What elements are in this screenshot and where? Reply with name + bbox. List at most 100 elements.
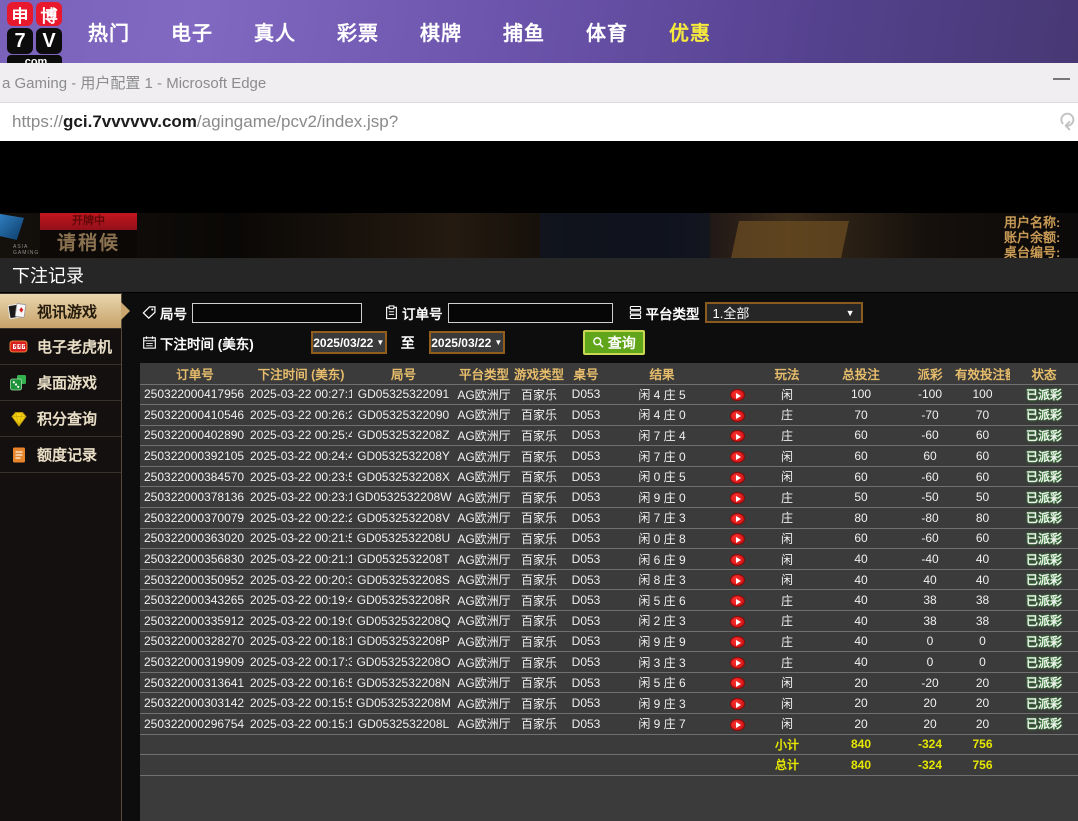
cell-bet-time: 2025-03-22 00:26:29 xyxy=(250,405,352,426)
cell-round-number: GD0532532208W xyxy=(352,487,455,508)
cell-total-bet: 40 xyxy=(817,590,905,611)
cell-round-number: GD0532532208Y xyxy=(352,446,455,467)
table-row: 250322000319909 2025-03-22 00:17:33 GD05… xyxy=(140,652,1078,673)
cell-bet-type: 庄 xyxy=(757,611,817,632)
cell-total-bet: 20 xyxy=(817,693,905,714)
cell-result: 闲 5 庄 6 xyxy=(607,590,717,611)
replay-play-button[interactable] xyxy=(730,472,745,484)
nav-item-sports[interactable]: 体育 xyxy=(586,17,628,46)
sidebar-item-label: 积分查询 xyxy=(37,408,97,429)
cell-bet-type: 闲 xyxy=(757,714,817,735)
order-number-label: 订单号 xyxy=(402,303,443,323)
sidebar-item-slot-machines[interactable]: 电子老虎机 xyxy=(0,329,121,365)
sidebar-item-live-games[interactable]: 视讯游戏 xyxy=(0,293,121,329)
page-title: 下注记录 xyxy=(0,258,1078,293)
col-header-valid-bet: 有效投注额 xyxy=(955,363,1010,384)
gem-icon xyxy=(8,409,30,429)
search-button[interactable]: 查询 xyxy=(583,330,645,355)
sidebar-item-points-query[interactable]: 积分查询 xyxy=(0,401,121,437)
cell-order-number: 250322000356830 xyxy=(140,549,250,570)
replay-play-button[interactable] xyxy=(730,595,745,607)
round-number-input[interactable] xyxy=(192,303,362,323)
table-number-label: 桌台编号: xyxy=(1004,245,1078,258)
cell-table-number: D053 xyxy=(565,590,607,611)
platform-list-icon xyxy=(628,305,643,320)
cell-total-bet: 20 xyxy=(817,672,905,693)
main-panel: 局号 订单号 xyxy=(140,293,1078,821)
cell-valid-bet: 40 xyxy=(955,569,1010,590)
order-number-input[interactable] xyxy=(448,303,613,323)
cell-valid-bet: 20 xyxy=(955,693,1010,714)
cell-status: 已派彩 xyxy=(1010,714,1078,735)
address-bar[interactable]: https://gci.7vvvvvv.com/agingame/pcv2/in… xyxy=(0,112,398,132)
col-header-payout: 派彩 xyxy=(905,363,955,384)
replay-play-button[interactable] xyxy=(730,554,745,566)
table-row: 250322000296754 2025-03-22 00:15:13 GD05… xyxy=(140,714,1078,735)
browser-urlbar: https://gci.7vvvvvv.com/agingame/pcv2/in… xyxy=(0,102,1078,141)
table-row: 250322000378136 2025-03-22 00:23:16 GD05… xyxy=(140,487,1078,508)
platform-select[interactable]: 1.全部 ▼ xyxy=(705,302,863,323)
col-header-round: 局号 xyxy=(352,363,455,384)
cell-total-bet: 80 xyxy=(817,508,905,529)
cell-total-bet: 40 xyxy=(817,611,905,632)
nav-item-lottery[interactable]: 彩票 xyxy=(337,17,379,46)
col-header-status: 状态 xyxy=(1010,363,1078,384)
table-row: 250322000356830 2025-03-22 00:21:11 GD05… xyxy=(140,549,1078,570)
cell-payout: -40 xyxy=(905,549,955,570)
replay-play-button[interactable] xyxy=(730,677,745,689)
cell-total-bet: 20 xyxy=(817,714,905,735)
sidebar-item-credit-records[interactable]: 额度记录 xyxy=(0,437,121,473)
cell-bet-time: 2025-03-22 00:21:11 xyxy=(250,549,352,570)
minimize-button[interactable] xyxy=(1053,78,1070,80)
cell-game-type: 百家乐 xyxy=(513,384,565,405)
replay-play-button[interactable] xyxy=(730,451,745,463)
filter-bar: 局号 订单号 xyxy=(140,293,1078,363)
cell-round-number: GD0532532208L xyxy=(352,714,455,735)
cell-table-number: D053 xyxy=(565,569,607,590)
cell-bet-time: 2025-03-22 00:24:40 xyxy=(250,446,352,467)
cell-result: 闲 5 庄 6 xyxy=(607,672,717,693)
date-from-picker[interactable]: 2025/03/22 ▼ xyxy=(311,331,387,354)
sidebar-item-label: 桌面游戏 xyxy=(37,372,97,393)
cell-bet-type: 闲 xyxy=(757,672,817,693)
refresh-icon[interactable]: ⟳ xyxy=(1053,112,1078,131)
subtotal-total-bet: 840 xyxy=(817,734,905,755)
replay-play-button[interactable] xyxy=(730,574,745,586)
total-valid-bet: 756 xyxy=(955,755,1010,776)
nav-item-promo[interactable]: 优惠 xyxy=(669,17,711,46)
replay-play-button[interactable] xyxy=(730,410,745,422)
cell-order-number: 250322000384570 xyxy=(140,466,250,487)
cell-status: 已派彩 xyxy=(1010,693,1078,714)
nav-item-board[interactable]: 棋牌 xyxy=(420,17,462,46)
subtotal-valid-bet: 756 xyxy=(955,734,1010,755)
cell-valid-bet: 70 xyxy=(955,405,1010,426)
site-logo[interactable]: 申 博 7 V .com xyxy=(7,2,65,68)
replay-play-button[interactable] xyxy=(730,698,745,710)
nav-item-slots[interactable]: 电子 xyxy=(171,17,213,46)
date-to-picker[interactable]: 2025/03/22 ▼ xyxy=(429,331,505,354)
cell-game-type: 百家乐 xyxy=(513,611,565,632)
replay-play-button[interactable] xyxy=(730,513,745,525)
cell-valid-bet: 20 xyxy=(955,714,1010,735)
cell-game-type: 百家乐 xyxy=(513,714,565,735)
subtotal-row: 小计 840 -324 756 xyxy=(140,734,1078,755)
nav-item-hot[interactable]: 热门 xyxy=(88,17,130,46)
replay-play-button[interactable] xyxy=(730,533,745,545)
nav-item-fishing[interactable]: 捕鱼 xyxy=(503,17,545,46)
replay-play-button[interactable] xyxy=(730,430,745,442)
replay-play-button[interactable] xyxy=(730,492,745,504)
replay-play-button[interactable] xyxy=(730,636,745,648)
replay-play-button[interactable] xyxy=(730,719,745,731)
total-total-bet: 840 xyxy=(817,755,905,776)
sidebar-item-table-games[interactable]: 桌面游戏 xyxy=(0,365,121,401)
replay-play-button[interactable] xyxy=(730,657,745,669)
cell-order-number: 250322000370079 xyxy=(140,508,250,529)
table-row: 250322000313641 2025-03-22 00:16:54 GD05… xyxy=(140,672,1078,693)
date-range-to-label: 至 xyxy=(401,333,415,353)
cell-status: 已派彩 xyxy=(1010,528,1078,549)
replay-play-button[interactable] xyxy=(730,389,745,401)
col-header-result: 结果 xyxy=(607,363,717,384)
nav-item-live[interactable]: 真人 xyxy=(254,17,296,46)
replay-play-button[interactable] xyxy=(730,616,745,628)
cell-table-number: D053 xyxy=(565,693,607,714)
